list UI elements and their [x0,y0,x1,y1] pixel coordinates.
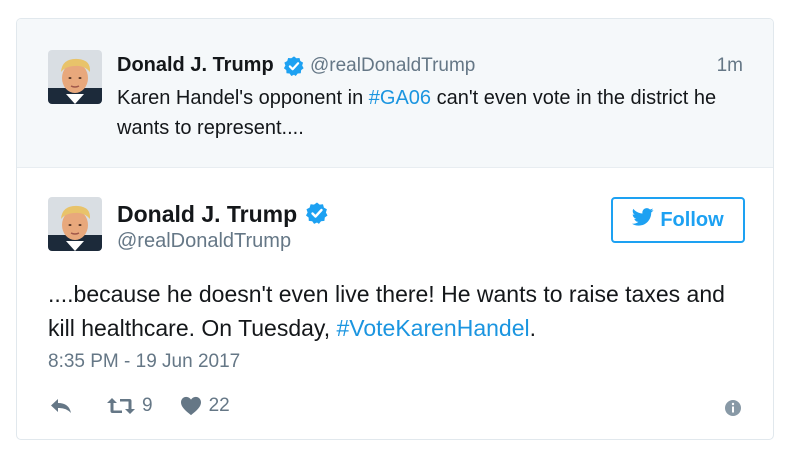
avatar-image [48,50,102,104]
verified-badge-icon [283,55,305,82]
author-name[interactable]: Donald J. Trump [117,201,297,228]
like-count: 22 [208,395,230,416]
author-handle[interactable]: @realDonaldTrump [310,55,475,77]
avatar[interactable] [48,50,102,104]
twitter-bird-icon [632,208,654,232]
tweet-actions: 9 22 [48,393,256,419]
tweet-timestamp[interactable]: 1m [717,55,743,77]
parent-tweet[interactable]: Donald J. Trump @realDonaldTrump 1m Kare… [17,19,773,168]
follow-label: Follow [660,208,724,231]
author-name[interactable]: Donald J. Trump [117,54,274,77]
author-handle[interactable]: @realDonaldTrump [117,230,291,253]
like-button[interactable]: 22 [179,395,230,417]
reply-button[interactable] [48,396,80,416]
avatar-image [48,197,102,251]
heart-icon [180,396,201,416]
retweet-count: 9 [142,395,153,416]
retweet-icon [107,398,135,414]
hashtag-link[interactable]: #GA06 [369,87,431,109]
tweet-date[interactable]: 8:35 PM - 19 Jun 2017 [48,351,240,373]
tweet-text: ....because he doesn't even live there! … [48,277,748,345]
tweet-text: Karen Handel's opponent in #GA06 can't e… [117,83,747,143]
reply-icon [51,399,71,413]
verified-badge-icon [305,201,329,230]
info-icon[interactable] [724,399,742,422]
hashtag-link[interactable]: #VoteKarenHandel [337,315,530,341]
follow-button[interactable]: Follow [611,197,745,243]
tweet-text-after: . [529,315,536,341]
tweet-text-before: Karen Handel's opponent in [117,87,369,109]
embedded-tweet-card: Donald J. Trump @realDonaldTrump 1m Kare… [16,18,774,440]
retweet-button[interactable]: 9 [106,395,153,417]
avatar[interactable] [48,197,102,251]
